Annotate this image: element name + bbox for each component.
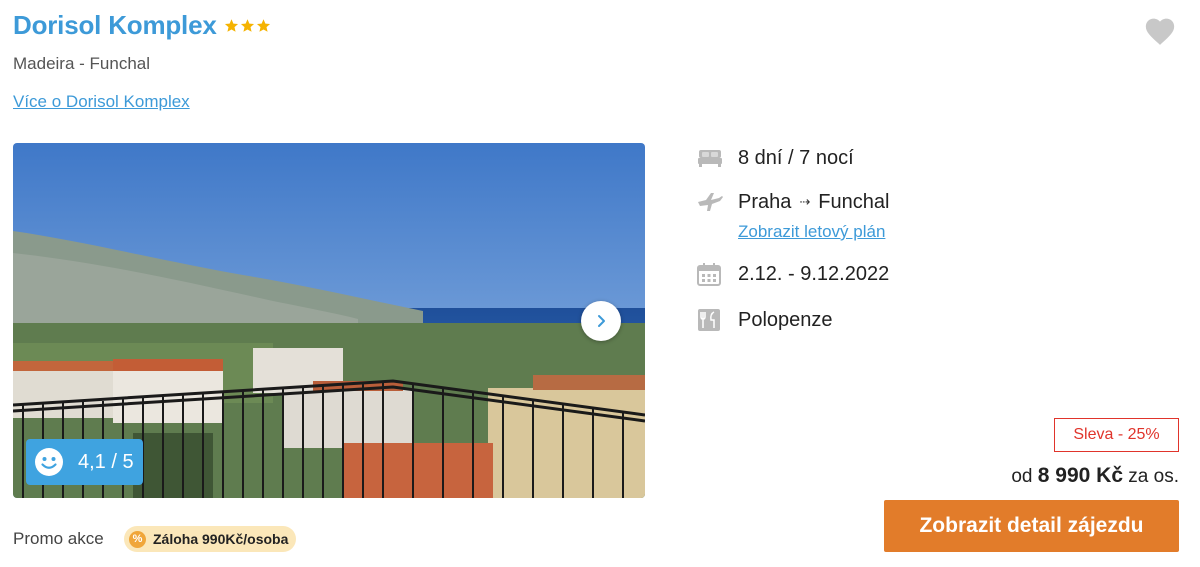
- star-rating: [224, 18, 271, 33]
- hotel-location: Madeira - Funchal: [13, 54, 151, 73]
- show-trip-detail-button[interactable]: Zobrazit detail zájezdu: [884, 500, 1179, 552]
- rating-value: 4,1 / 5: [78, 450, 134, 473]
- discount-badge: Sleva - 25%: [1054, 418, 1179, 452]
- price-value: 8 990 Kč: [1037, 464, 1124, 487]
- percent-icon: %: [129, 530, 146, 548]
- dates-row: 2.12. - 9.12.2022: [697, 262, 889, 286]
- hotel-name[interactable]: Dorisol Komplex: [13, 10, 217, 41]
- hotel-photo[interactable]: 4,1 / 5: [13, 143, 645, 498]
- trip-dates: 2.12. - 9.12.2022: [738, 262, 890, 285]
- price-suffix: za os.: [1128, 466, 1179, 487]
- hotel-title-row: Dorisol Komplex: [13, 10, 271, 41]
- flight-plan-link[interactable]: Zobrazit letový plán: [738, 222, 885, 242]
- smiley-icon: [35, 448, 63, 476]
- board-type: Polopenze: [738, 308, 833, 331]
- heart-icon[interactable]: [1143, 14, 1177, 46]
- star-icon: [240, 19, 254, 32]
- meal-icon: [697, 308, 725, 332]
- trip-duration: 8 dní / 7 nocí: [738, 146, 854, 169]
- more-about-hotel-link[interactable]: Více o Dorisol Komplex: [13, 92, 190, 112]
- duration-row: 8 dní / 7 nocí: [697, 146, 854, 170]
- route-arrow: ⇢: [799, 194, 811, 209]
- star-icon: [256, 19, 270, 32]
- price-line: od 8 990 Kč za os.: [1011, 464, 1179, 488]
- plane-icon: [697, 190, 725, 214]
- star-icon: [224, 19, 238, 32]
- next-photo-button[interactable]: [581, 301, 621, 341]
- flight-to: Funchal: [818, 190, 890, 213]
- flight-from: Praha: [738, 190, 792, 213]
- calendar-icon: [697, 262, 725, 286]
- promo-badge[interactable]: % Záloha 990Kč/osoba: [124, 526, 297, 552]
- board-row: Polopenze: [697, 308, 833, 332]
- flight-row: Praha ⇢ Funchal: [697, 190, 889, 214]
- promo-text: Záloha 990Kč/osoba: [153, 531, 289, 547]
- chevron-right-icon: [598, 315, 605, 327]
- guest-rating-badge: 4,1 / 5: [26, 439, 143, 485]
- bed-icon: [697, 146, 725, 170]
- price-prefix: od: [1011, 466, 1033, 487]
- promo-label: Promo akce: [13, 529, 104, 548]
